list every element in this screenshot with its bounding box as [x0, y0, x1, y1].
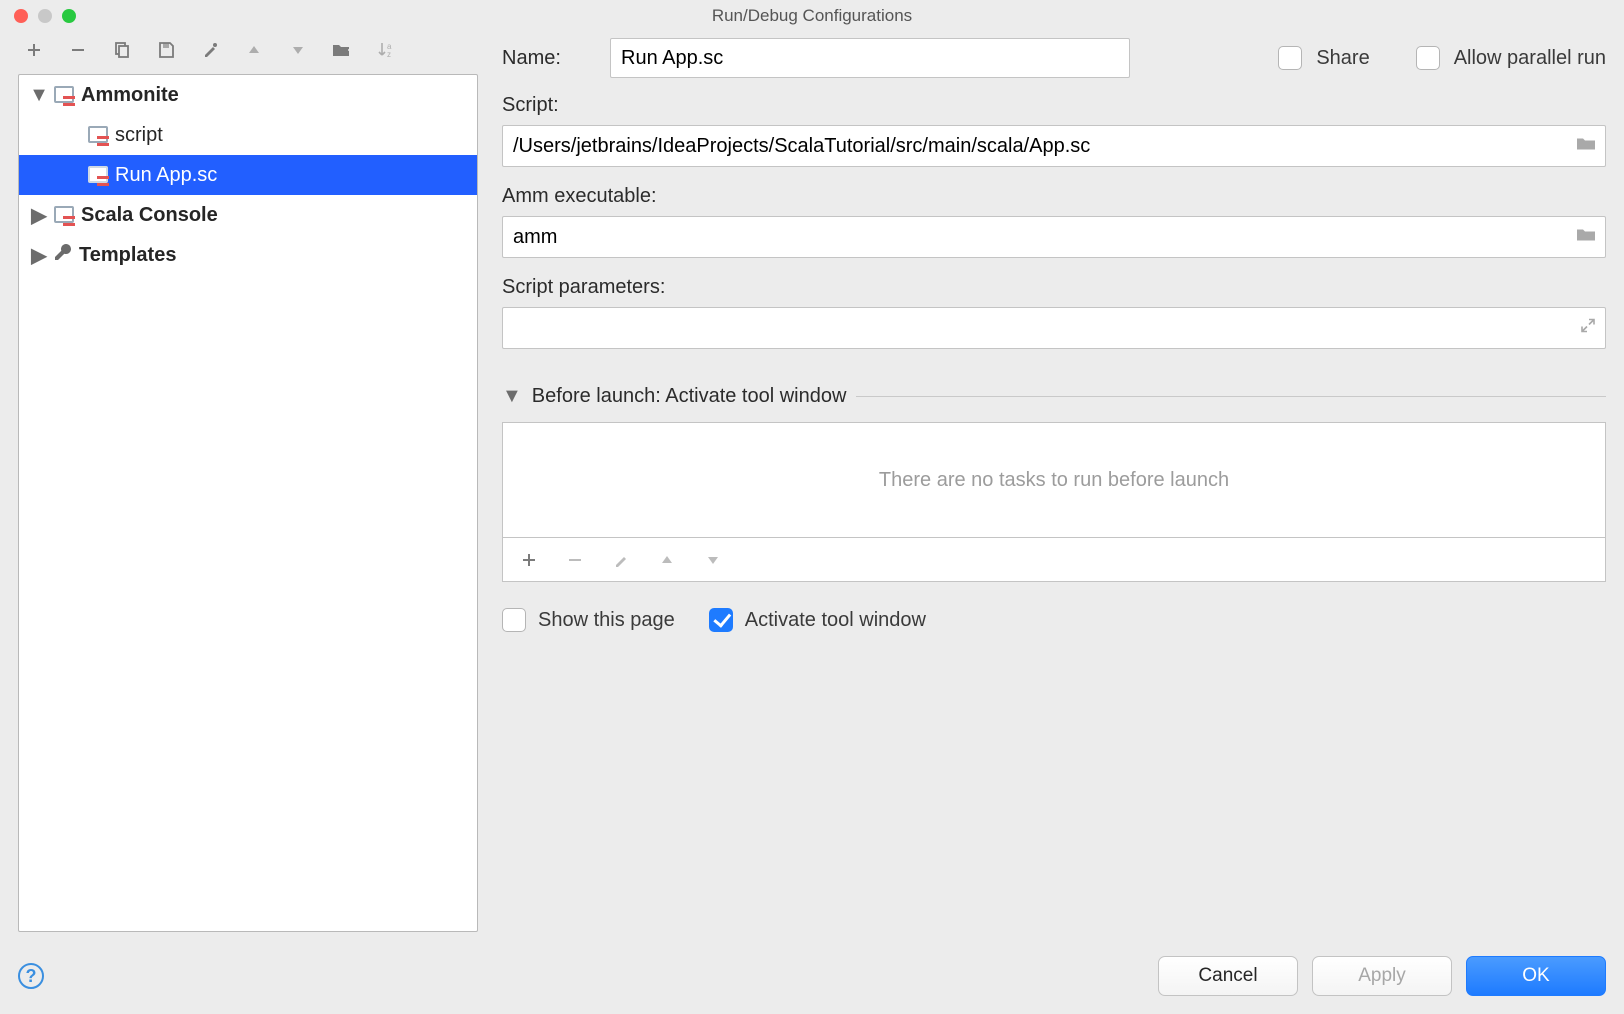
share-label: Share: [1316, 47, 1369, 70]
params-label: Script parameters:: [502, 276, 1606, 299]
before-launch-toolbar: [502, 538, 1606, 582]
move-up-button[interactable]: [244, 40, 264, 60]
tree-label: Run App.sc: [115, 164, 217, 187]
cancel-button[interactable]: Cancel: [1158, 956, 1298, 996]
tree-label: script: [115, 124, 163, 147]
wrench-icon: [53, 242, 73, 268]
chevron-right-icon: ▶: [31, 243, 47, 268]
before-launch-tasks[interactable]: There are no tasks to run before launch: [502, 422, 1606, 538]
expand-field-icon[interactable]: [1580, 317, 1596, 340]
config-icon: [87, 126, 109, 144]
name-label: Name:: [502, 47, 582, 70]
edit-task-button[interactable]: [611, 550, 631, 570]
chevron-down-icon[interactable]: ▼: [502, 385, 522, 408]
titlebar: Run/Debug Configurations: [0, 0, 1624, 32]
parallel-checkbox[interactable]: [1416, 46, 1440, 70]
tree-label: Scala Console: [81, 204, 218, 227]
folder-button[interactable]: [332, 40, 352, 60]
browse-folder-icon[interactable]: [1576, 135, 1596, 158]
tree-label: Templates: [79, 244, 176, 267]
task-up-button[interactable]: [657, 550, 677, 570]
ok-button[interactable]: OK: [1466, 956, 1606, 996]
config-icon: [87, 166, 109, 184]
copy-config-button[interactable]: [112, 40, 132, 60]
share-checkbox[interactable]: [1278, 46, 1302, 70]
remove-task-button[interactable]: [565, 550, 585, 570]
config-icon: [53, 86, 75, 104]
task-down-button[interactable]: [703, 550, 723, 570]
sort-button[interactable]: az: [376, 40, 396, 60]
tree-node-run-app[interactable]: Run App.sc: [19, 155, 477, 195]
tree-node-ammonite[interactable]: ▼ Ammonite: [19, 75, 477, 115]
window-title: Run/Debug Configurations: [0, 6, 1624, 26]
show-page-label: Show this page: [538, 609, 675, 632]
show-page-checkbox[interactable]: [502, 608, 526, 632]
browse-folder-icon[interactable]: [1576, 226, 1596, 249]
amm-input[interactable]: [502, 216, 1606, 258]
activate-tool-checkbox[interactable]: [709, 608, 733, 632]
tree-label: Ammonite: [81, 84, 179, 107]
params-input[interactable]: [502, 307, 1606, 349]
amm-label: Amm executable:: [502, 185, 1606, 208]
config-toolbar: az: [18, 32, 478, 74]
save-config-button[interactable]: [156, 40, 176, 60]
apply-button[interactable]: Apply: [1312, 956, 1452, 996]
divider: [856, 396, 1606, 397]
tasks-empty-text: There are no tasks to run before launch: [879, 469, 1229, 492]
remove-config-button[interactable]: [68, 40, 88, 60]
add-config-button[interactable]: [24, 40, 44, 60]
config-icon: [53, 206, 75, 224]
chevron-down-icon: ▼: [31, 84, 47, 107]
parallel-label: Allow parallel run: [1454, 47, 1606, 70]
script-label: Script:: [502, 94, 1606, 117]
config-tree[interactable]: ▼ Ammonite script Run App.sc ▶ Scala Con…: [18, 74, 478, 932]
activate-tool-label: Activate tool window: [745, 609, 926, 632]
script-input[interactable]: [502, 125, 1606, 167]
edit-defaults-button[interactable]: [200, 40, 220, 60]
name-input[interactable]: [610, 38, 1130, 78]
tree-node-templates[interactable]: ▶ Templates: [19, 235, 477, 275]
before-launch-label: Before launch: Activate tool window: [532, 385, 847, 408]
tree-node-scala-console[interactable]: ▶ Scala Console: [19, 195, 477, 235]
tree-node-script[interactable]: script: [19, 115, 477, 155]
help-button[interactable]: ?: [18, 963, 44, 989]
chevron-right-icon: ▶: [31, 203, 47, 228]
svg-text:z: z: [387, 50, 391, 59]
move-down-button[interactable]: [288, 40, 308, 60]
add-task-button[interactable]: [519, 550, 539, 570]
